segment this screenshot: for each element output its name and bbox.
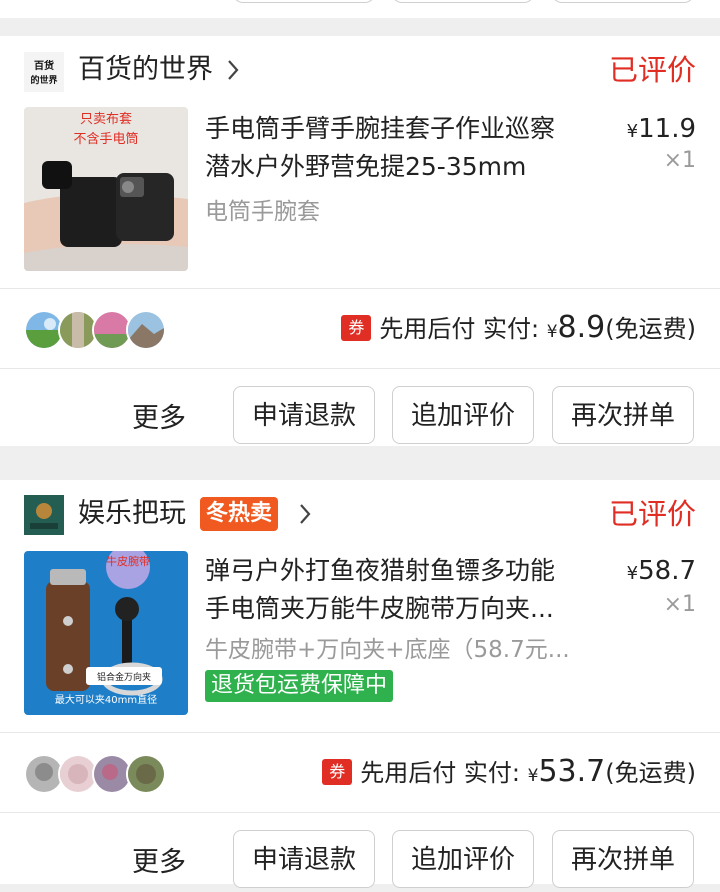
currency-symbol: ¥ (626, 121, 639, 142)
product-image-caption: 只卖布套 (80, 111, 132, 127)
divider (0, 288, 720, 289)
price-value: 58.7 (638, 556, 696, 586)
shop-name[interactable]: 娱乐把玩 (78, 494, 186, 534)
chevron-right-icon[interactable] (298, 502, 312, 526)
avatar (126, 754, 166, 794)
reorder-button[interactable]: 再次拼单 (552, 386, 694, 444)
pay-note: (免运费) (605, 759, 696, 787)
shipping-guarantee-badge: 退货包运费保障中 (205, 670, 394, 702)
divider (0, 732, 720, 733)
product-title[interactable]: 弹弓户外打鱼夜猎射鱼镖多功能 手电筒夹万能牛皮腕带万向夹... (205, 552, 605, 628)
product-sku: 牛皮腕带+万向夹+底座（58.7元... (205, 637, 570, 663)
add-review-button[interactable]: 追加评价 (392, 386, 534, 444)
product-image[interactable]: 只卖布套 不含手电筒 (24, 107, 188, 271)
svg-text:百货: 百货 (34, 59, 54, 72)
shop-logo[interactable]: 百货 的世界 (24, 52, 64, 92)
reorder-button[interactable]: 再次拼单 (552, 830, 694, 888)
product-quantity: ×1 (663, 148, 696, 173)
refund-button[interactable]: 申请退款 (233, 830, 375, 888)
more-button[interactable]: 更多 (132, 840, 186, 879)
coupon-icon: 券 (322, 759, 353, 785)
coupon-icon: 券 (341, 315, 372, 341)
product-price: ¥58.7 (627, 554, 696, 591)
order-status: 已评价 (608, 497, 696, 531)
shop-logo[interactable] (24, 495, 64, 535)
refund-button[interactable]: 申请退款 (233, 386, 375, 444)
pay-note: (免运费) (605, 315, 696, 343)
avatar (126, 310, 166, 350)
order-header[interactable]: 娱乐把玩 冬热卖 已评价 (0, 480, 720, 552)
product-title-line[interactable]: 潜水户外野营免提25-35mm (205, 148, 605, 186)
product-image-caption: 不含手电筒 (73, 131, 138, 147)
order-status: 已评价 (608, 53, 696, 87)
price-value: 11.9 (638, 114, 696, 144)
product-price: ¥11.9 (627, 112, 696, 149)
pay-amount: 53.7 (538, 754, 606, 789)
product-image-caption: 最大可以夹40mm直径 (55, 693, 157, 706)
buyer-avatars[interactable] (24, 754, 174, 794)
product-sku: 电筒手腕套 (205, 199, 320, 225)
buyer-avatars[interactable] (24, 310, 174, 350)
previous-order-stub (0, 0, 720, 18)
product-quantity: ×1 (663, 592, 696, 617)
product-image-caption: 铝合金万向夹 (97, 671, 151, 683)
payment-summary: 券先用后付 实付: ¥53.7(免运费) (322, 752, 696, 792)
promo-badge: 冬热卖 (200, 497, 279, 531)
currency-symbol: ¥ (626, 563, 639, 584)
previous-order-button[interactable] (552, 0, 694, 3)
payment-summary: 券先用后付 实付: ¥8.9(免运费) (341, 308, 696, 348)
previous-order-button[interactable] (233, 0, 375, 3)
previous-order-button[interactable] (392, 0, 534, 3)
order-actions: 更多 申请退款 追加评价 再次拼单 (0, 386, 720, 448)
pay-label: 先用后付 实付: (360, 759, 520, 787)
product-title-line[interactable]: 手电筒夹万能牛皮腕带万向夹... (205, 590, 605, 628)
svg-text:的世界: 的世界 (30, 74, 57, 86)
order-card: 百货 的世界 百货的世界 已评价 只卖布套 不含手电筒 手电筒手臂手腕挂套子作业… (0, 36, 720, 446)
order-actions: 更多 申请退款 追加评价 再次拼单 (0, 830, 720, 892)
divider (0, 812, 720, 813)
product-title[interactable]: 手电筒手臂手腕挂套子作业巡察 潜水户外野营免提25-35mm (205, 110, 605, 186)
product-title-line[interactable]: 弹弓户外打鱼夜猎射鱼镖多功能 (205, 552, 605, 590)
add-review-button[interactable]: 追加评价 (392, 830, 534, 888)
more-button[interactable]: 更多 (132, 396, 186, 435)
pay-amount: 8.9 (557, 310, 606, 345)
chevron-right-icon[interactable] (226, 58, 240, 82)
currency-symbol: ¥ (527, 766, 539, 786)
currency-symbol: ¥ (546, 322, 558, 342)
product-image-caption: 牛皮腕带 (106, 554, 150, 568)
divider (0, 368, 720, 369)
product-image[interactable]: 牛皮腕带 铝合金万向夹 最大可以夹40mm直径 (24, 551, 188, 715)
order-header[interactable]: 百货 的世界 百货的世界 已评价 (0, 36, 720, 108)
order-card: 娱乐把玩 冬热卖 已评价 牛皮腕带 铝合金万向夹 最大可以夹40mm直径 弹弓户… (0, 480, 720, 888)
shop-name[interactable]: 百货的世界 (78, 50, 213, 90)
pay-label: 先用后付 实付: (379, 315, 540, 343)
product-title-line[interactable]: 手电筒手臂手腕挂套子作业巡察 (205, 110, 605, 148)
